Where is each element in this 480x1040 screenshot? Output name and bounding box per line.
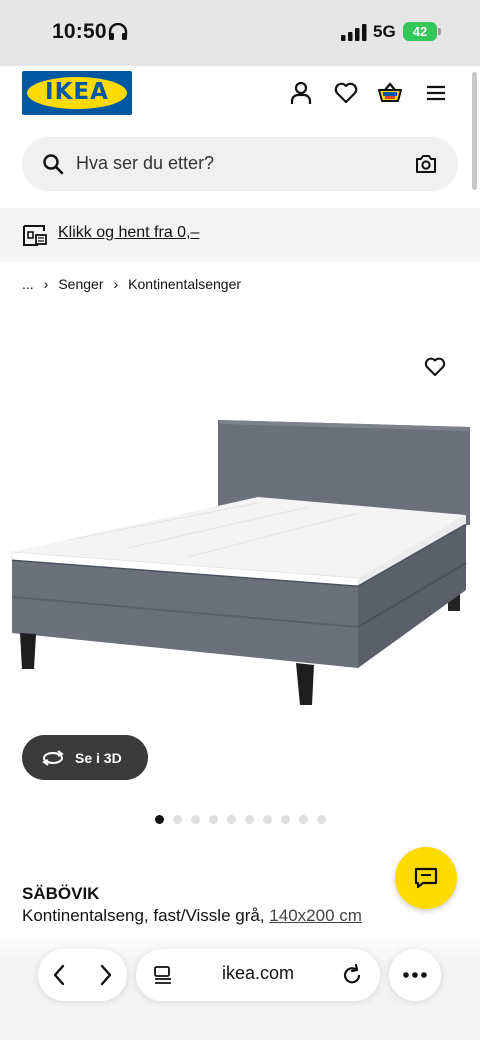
carousel-dot[interactable] [281,815,290,824]
menu-icon[interactable] [423,80,449,106]
product-size-link[interactable]: 140x200 cm [269,906,362,925]
product-description: Kontinentalseng, fast/Vissle grå, 140x20… [22,906,362,926]
chat-button[interactable] [395,847,457,909]
status-time: 10:50 [52,20,107,43]
store-icon [23,225,47,246]
battery-tip [438,28,441,35]
headphone-icon [108,23,128,40]
search-bar[interactable]: Hva ser du etter? [22,137,458,191]
address-bar[interactable]: ikea.com [136,949,380,1001]
image-carousel-dots [155,815,326,824]
site-header: IKEA Hva ser du etter? [0,66,480,206]
more-dots-icon [403,972,427,978]
network-label: 5G [373,22,396,41]
carousel-dot[interactable] [191,815,200,824]
browser-toolbar: ikea.com [0,932,480,1040]
forward-arrow-icon[interactable] [93,963,117,987]
view-in-3d-button[interactable]: Se i 3D [22,735,148,780]
reload-icon[interactable] [341,963,363,987]
ikea-logo[interactable]: IKEA [22,71,132,115]
basket-icon[interactable] [377,80,403,106]
logo-text: IKEA [45,79,109,105]
add-to-wishlist-icon[interactable] [423,355,447,379]
signal-icon [341,24,367,41]
chat-icon [414,867,438,889]
carousel-dot[interactable] [299,815,308,824]
carousel-dot[interactable] [209,815,218,824]
back-arrow-icon[interactable] [48,963,72,987]
breadcrumb-ellipsis[interactable]: ... [22,276,34,292]
carousel-dot[interactable] [263,815,272,824]
click-collect-banner[interactable]: Klikk og hent fra 0,– [0,208,480,262]
battery-indicator: 42 [403,22,437,41]
battery-level: 42 [412,24,428,39]
carousel-dot[interactable] [245,815,254,824]
product-image-bed[interactable] [8,415,478,710]
page-scrollbar[interactable] [472,72,477,190]
carousel-dot[interactable] [155,815,164,824]
chevron-right-icon: › [43,276,49,292]
profile-icon[interactable] [288,80,314,106]
rotate-3d-icon [42,749,64,766]
product-description-text: Kontinentalseng, fast/Vissle grå, [22,906,265,925]
view-in-3d-label: Se i 3D [75,749,122,766]
breadcrumb-item-senger[interactable]: Senger [58,276,103,292]
carousel-dot[interactable] [317,815,326,824]
breadcrumb: ... › Senger › Kontinentalsenger [22,276,241,292]
more-options-button[interactable] [389,949,441,1001]
camera-icon[interactable] [414,152,438,176]
browser-nav-buttons [38,949,127,1001]
status-bar: 10:50 5G 42 [0,0,480,66]
click-collect-link[interactable]: Klikk og hent fra 0,– [58,224,199,242]
search-input[interactable]: Hva ser du etter? [76,153,214,174]
carousel-dot[interactable] [227,815,236,824]
search-icon [43,154,64,175]
carousel-dot[interactable] [173,815,182,824]
chevron-right-icon: › [113,276,119,292]
heart-icon[interactable] [333,80,359,106]
breadcrumb-item-kontinentalsenger[interactable]: Kontinentalsenger [128,276,241,292]
product-name: SÄBÖVIK [22,884,100,903]
